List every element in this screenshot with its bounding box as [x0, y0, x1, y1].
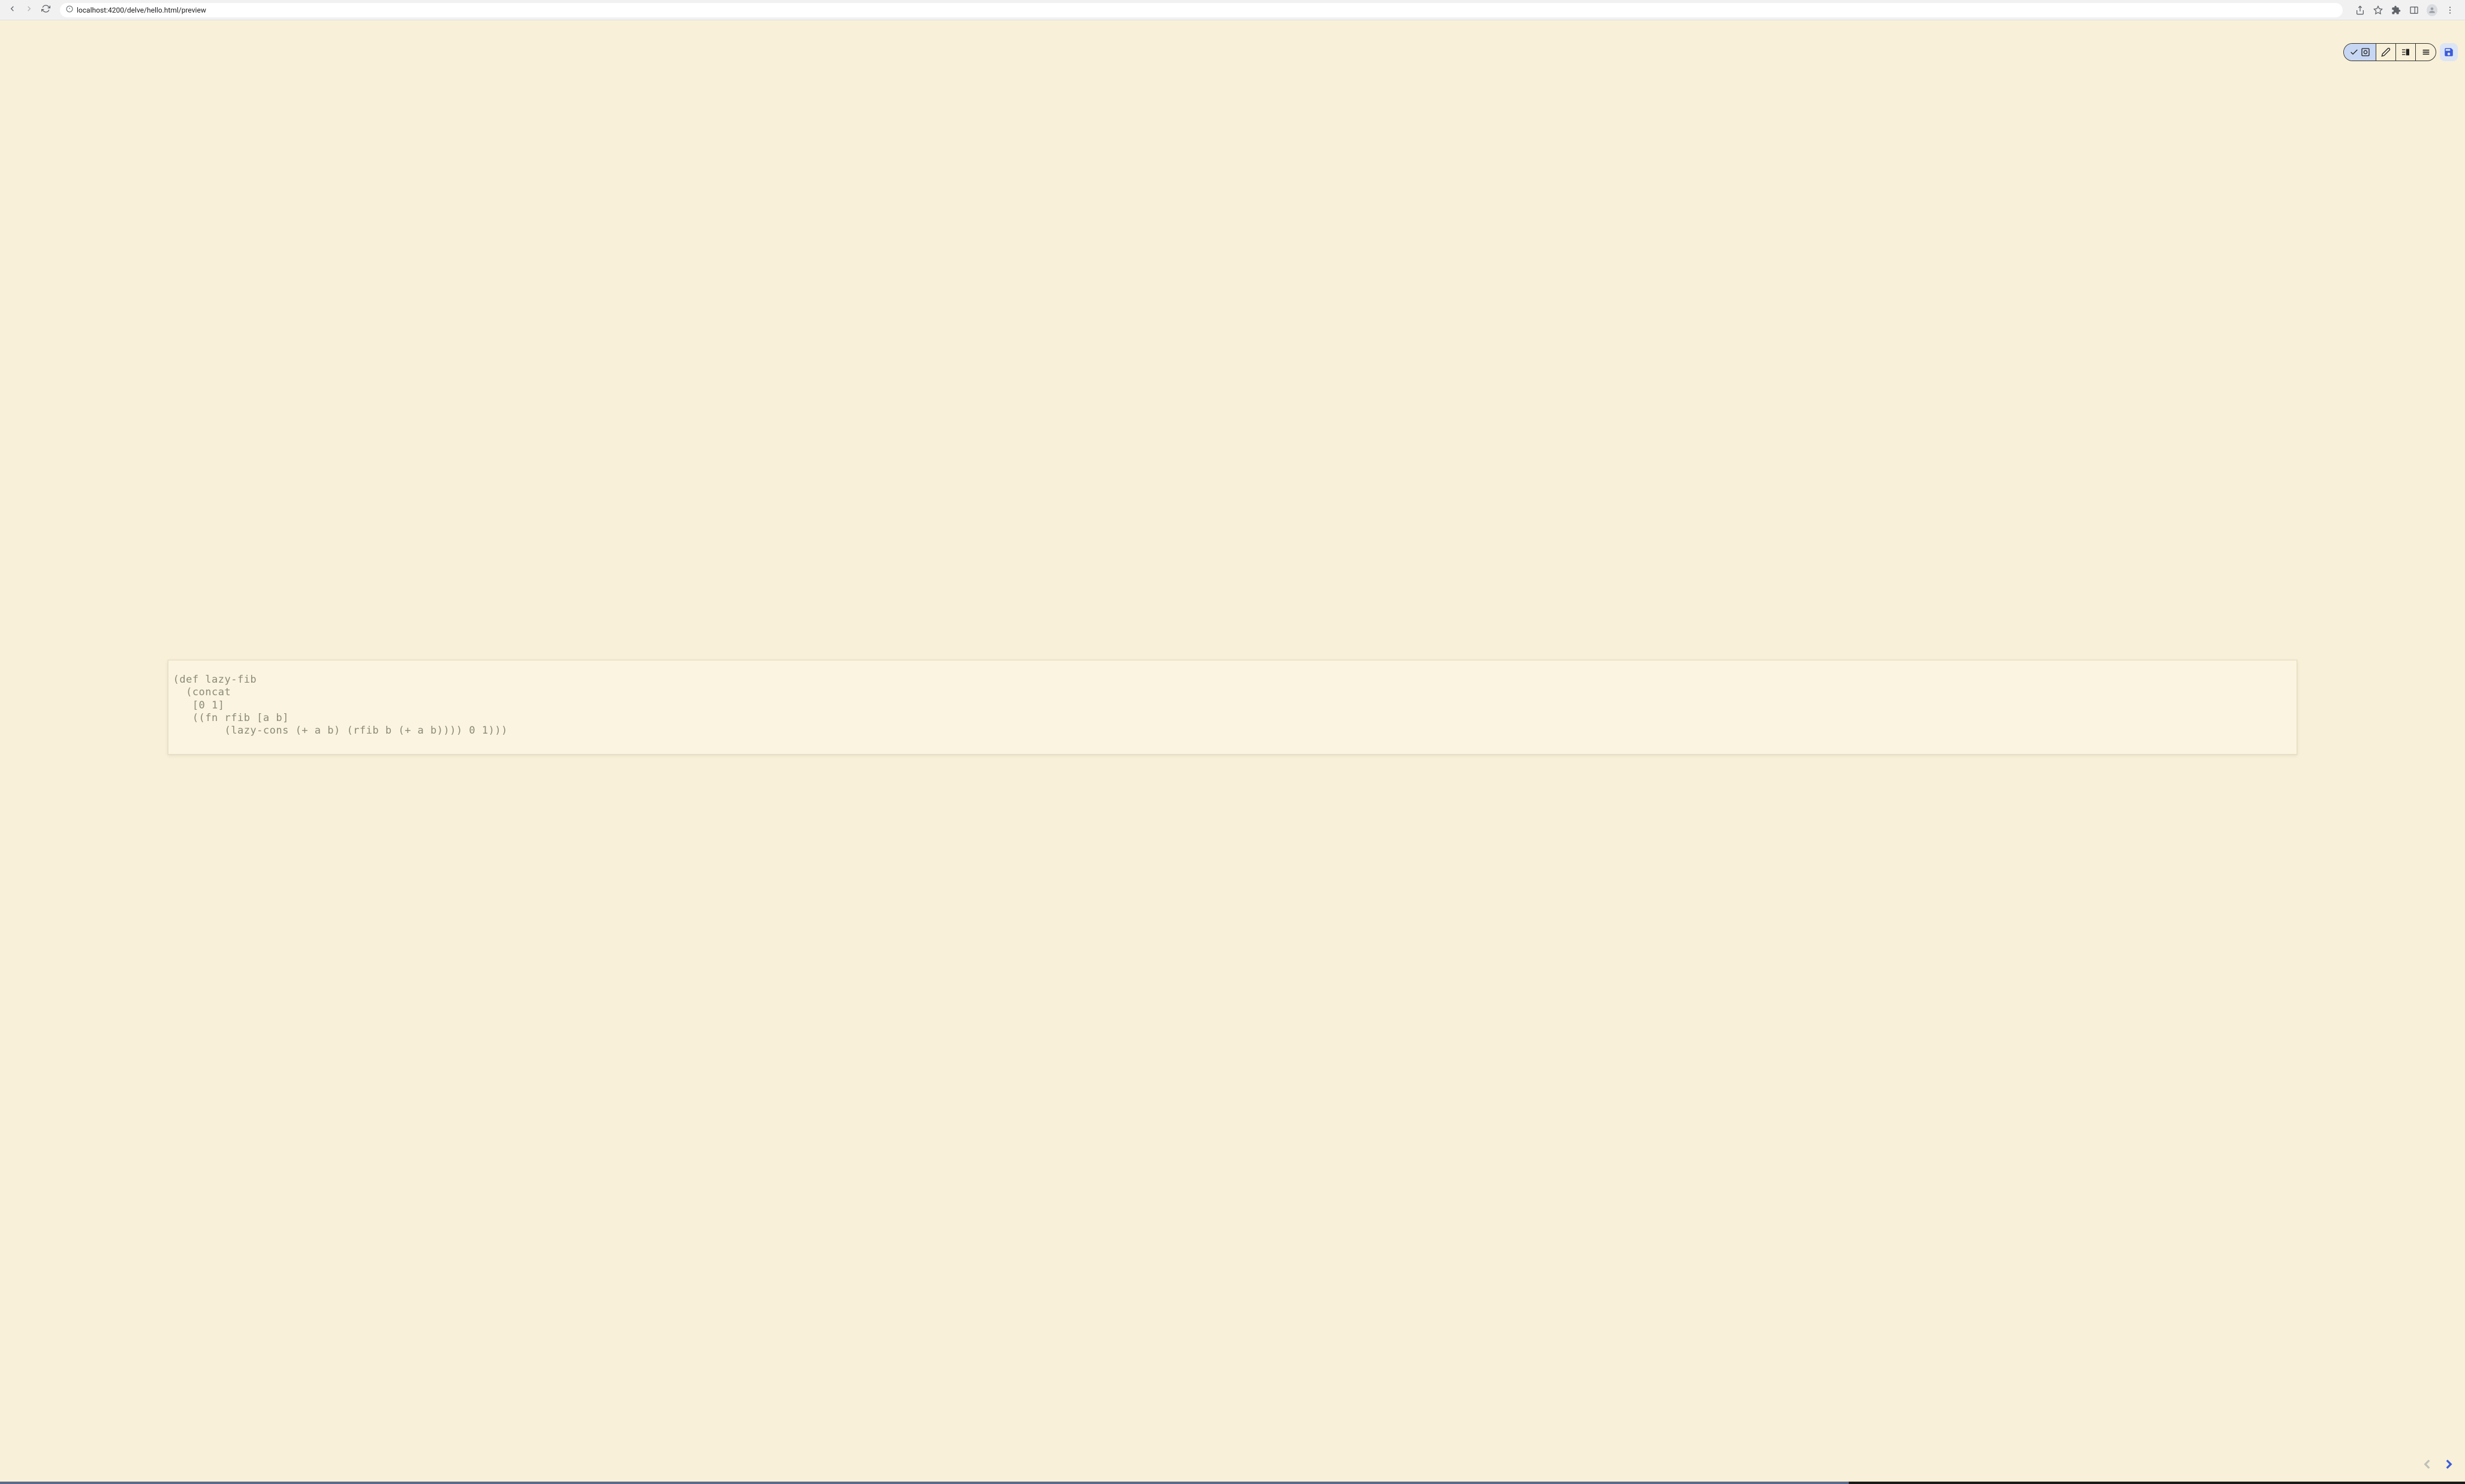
- browser-chrome: localhost:4200/delve/hello.html/preview: [0, 0, 2465, 20]
- save-button[interactable]: [2440, 43, 2458, 61]
- view-list-button[interactable]: [2416, 44, 2436, 61]
- view-toolbar: [2343, 43, 2458, 61]
- menu-icon[interactable]: [2445, 5, 2455, 16]
- bottom-nav: [2419, 1456, 2457, 1474]
- view-mode-segmented: [2343, 43, 2436, 61]
- url-text: localhost:4200/delve/hello.html/preview: [77, 6, 206, 14]
- address-bar[interactable]: localhost:4200/delve/hello.html/preview: [60, 3, 2343, 17]
- dock-sliver: [0, 1482, 2465, 1484]
- prev-button[interactable]: [2419, 1456, 2435, 1474]
- view-split-button[interactable]: [2396, 44, 2416, 61]
- code-text: (def lazy-fib (concat [0 1] ((fn rfib [a…: [173, 674, 2292, 737]
- panel-icon[interactable]: [2409, 5, 2419, 16]
- reload-button[interactable]: [40, 4, 52, 16]
- bookmark-icon[interactable]: [2373, 5, 2383, 16]
- next-button[interactable]: [2441, 1456, 2457, 1474]
- view-preview-code-button[interactable]: [2344, 44, 2376, 61]
- extensions-icon[interactable]: [2391, 5, 2401, 16]
- code-block[interactable]: (def lazy-fib (concat [0 1] ((fn rfib [a…: [168, 660, 2298, 755]
- page-content: (def lazy-fib (concat [0 1] ((fn rfib [a…: [0, 20, 2465, 1484]
- site-info-icon[interactable]: [66, 5, 73, 14]
- share-icon[interactable]: [2355, 5, 2365, 16]
- back-button[interactable]: [6, 4, 18, 16]
- forward-button[interactable]: [23, 4, 35, 16]
- profile-icon[interactable]: [2427, 5, 2437, 16]
- chrome-actions: [2351, 5, 2459, 16]
- view-edit-button[interactable]: [2376, 44, 2396, 61]
